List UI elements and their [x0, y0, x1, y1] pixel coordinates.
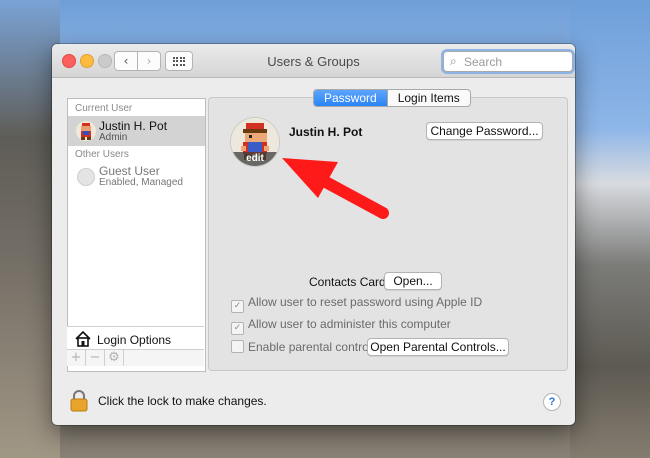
help-button[interactable]: ?: [543, 393, 561, 411]
edit-picture-label[interactable]: edit: [231, 152, 279, 166]
house-icon: [75, 330, 91, 347]
users-groups-window: ‹ › Users & Groups ⌕ Search Current User: [52, 44, 575, 425]
login-options-item[interactable]: Login Options: [67, 326, 204, 351]
user-row-current[interactable]: Justin H. Pot Admin: [68, 116, 205, 146]
search-placeholder: Search: [464, 55, 503, 69]
option-administer-label: Allow user to administer this computer: [248, 317, 451, 331]
open-parental-controls-button[interactable]: Open Parental Controls...: [367, 338, 509, 356]
add-user-button[interactable]: +: [67, 350, 86, 366]
login-options-label: Login Options: [97, 333, 172, 347]
other-users-header: Other Users: [75, 149, 129, 160]
title-bar: ‹ › Users & Groups ⌕ Search: [52, 44, 575, 78]
option-parental-controls-label: Enable parental controls: [248, 340, 378, 354]
sidebar-toolbar: + − ⚙: [67, 349, 204, 366]
action-gear-button[interactable]: ⚙: [105, 350, 124, 366]
remove-user-button[interactable]: −: [86, 350, 105, 366]
search-field[interactable]: ⌕ Search: [443, 51, 573, 72]
checkbox-administer[interactable]: ✓: [231, 322, 244, 335]
option-parental-controls[interactable]: Enable parental controls: [231, 340, 377, 354]
option-reset-password[interactable]: ✓ Allow user to reset password using Appl…: [231, 295, 482, 313]
lock-icon[interactable]: [70, 390, 88, 412]
contacts-card-label: Contacts Card:: [309, 275, 390, 289]
tab-control: Password Login Items: [313, 89, 471, 107]
tab-password[interactable]: Password: [314, 90, 387, 106]
guest-user-name: Guest User: [99, 164, 160, 178]
lock-message: Click the lock to make changes.: [98, 394, 267, 408]
current-user-role: Admin: [99, 132, 128, 143]
gear-icon: ⚙: [108, 350, 120, 365]
checkbox-reset-password[interactable]: ✓: [231, 300, 244, 313]
desktop-background-left: [0, 0, 60, 458]
user-avatar-small: [76, 121, 96, 141]
guest-user-status: Enabled, Managed: [99, 177, 183, 188]
user-picture[interactable]: edit: [231, 118, 279, 166]
checkbox-parental-controls[interactable]: [231, 340, 244, 353]
current-user-header: Current User: [75, 103, 133, 114]
option-administer[interactable]: ✓ Allow user to administer this computer: [231, 317, 451, 335]
current-user-name: Justin H. Pot: [99, 119, 168, 133]
user-row-guest[interactable]: Guest User Enabled, Managed: [68, 161, 205, 191]
open-contacts-button[interactable]: Open...: [384, 272, 442, 290]
change-password-button[interactable]: Change Password...: [426, 122, 543, 140]
desktop-background-right: [570, 0, 650, 458]
guest-avatar: [77, 168, 95, 186]
option-reset-password-label: Allow user to reset password using Apple…: [248, 295, 483, 309]
user-full-name: Justin H. Pot: [289, 125, 363, 139]
tab-login-items[interactable]: Login Items: [386, 90, 470, 106]
magnifier-icon: ⌕: [450, 54, 457, 68]
